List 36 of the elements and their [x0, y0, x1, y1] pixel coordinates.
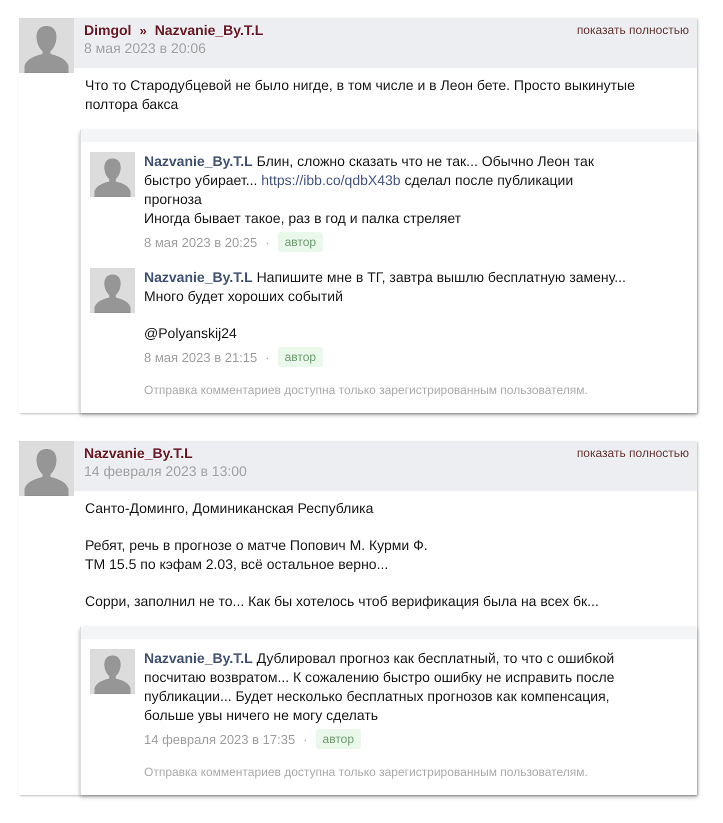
separator-dot: ·	[303, 732, 308, 746]
reply-author-link[interactable]: Nazvanie_By.T.L	[144, 153, 253, 169]
comment-text: Сорри, заполнил не то... Как бы хотелось чтоб верификация была на всех бк...	[85, 592, 600, 611]
comment-date: 14 февраля 2023 в 13:00	[84, 463, 248, 479]
comment-text: Санто-Доминго, Доминиканская Республика	[85, 499, 374, 518]
avatar-icon	[90, 152, 135, 197]
author-badge: автор	[278, 347, 324, 367]
author-link[interactable]: Dimgol	[84, 22, 132, 38]
reply-date: 14 февраля 2023 в 17:35	[144, 732, 296, 746]
link[interactable]: https://ibb.co/qdbX43b	[261, 172, 401, 188]
reply-text: Nazvanie_By.T.L Блин, сложно сказать что не так... Обычно Леон так быстро убирает... https://ibb.co/qdbX43b сделал после публикации прогноза Иногда бывает такое, раз в год и палка стреляет	[144, 152, 595, 228]
reply-text: Nazvanie_By.T.L Дублировал прогноз как бесплатный, то что с ошибкой посчитаю возвратом... К сожалению быстро ошибку не исправить после публикации... Будет несколько бесплатных прогнозов как компенсация, больше увы ничего не могу сделать	[144, 649, 616, 725]
reply-text: @Polyanskij24	[144, 324, 238, 343]
show-full-link[interactable]: показать полностью	[576, 23, 689, 37]
avatar-icon	[19, 18, 74, 73]
separator-dot: ·	[265, 234, 270, 250]
notice-text: Отправка комментариев доступна только зарегистрированным пользователям.	[144, 383, 589, 397]
avatar-icon	[19, 441, 74, 496]
reply-arrow: »	[139, 23, 147, 38]
reply-text: Nazvanie_By.T.L Напишите мне в ТГ, завтра вышлю бесплатную замену... Много будет хороших событий	[144, 268, 626, 306]
notice-text: Отправка комментариев доступна только зарегистрированным пользователям.	[144, 765, 589, 779]
comment-date: 8 мая 2023 в 20:06	[84, 40, 207, 56]
recipient-link[interactable]: Nazvanie_By.T.L	[154, 22, 264, 38]
show-full-link[interactable]: показать полностью	[576, 446, 689, 460]
reply-author-link[interactable]: Nazvanie_By.T.L	[144, 650, 253, 666]
author-badge: автор	[316, 729, 362, 749]
reply-date: 8 мая 2023 в 20:25	[144, 234, 258, 250]
separator-dot: ·	[265, 350, 270, 364]
avatar-icon	[90, 649, 135, 694]
comment-text: Ребят, речь в прогнозе о матче Попович М. Курми Ф. ТМ 15.5 по кэфам 2.03, всё остальное верно...	[85, 536, 429, 574]
author-badge: автор	[278, 232, 324, 252]
avatar-icon	[90, 268, 135, 313]
comment-text: Что то Стародубцевой не было нигде, в том числе и в Леон бете. Просто выкинутые полтора бакса	[85, 76, 636, 114]
reply-author-link[interactable]: Nazvanie_By.T.L	[144, 269, 253, 285]
author-link[interactable]: Nazvanie_By.T.L	[84, 445, 193, 461]
reply-date: 8 мая 2023 в 21:15	[144, 350, 258, 364]
